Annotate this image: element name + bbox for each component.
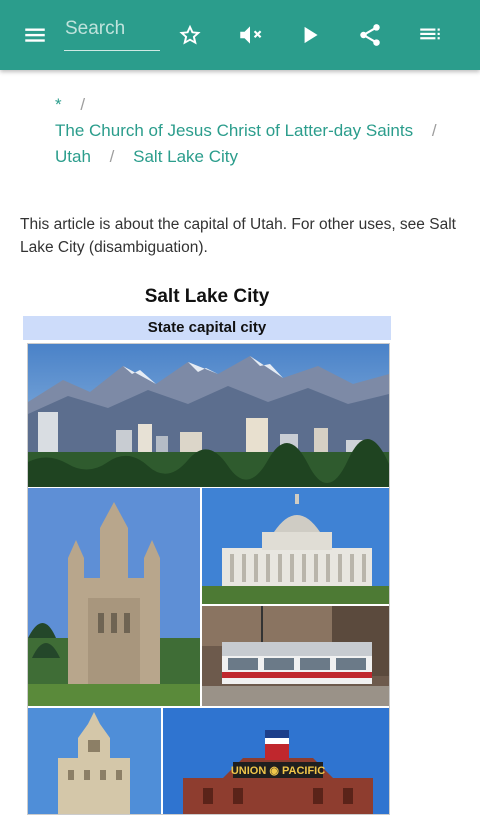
share-button[interactable] bbox=[352, 17, 388, 53]
breadcrumb-item-salt-lake-city[interactable]: Salt Lake City bbox=[133, 147, 238, 166]
breadcrumb: * / The Church of Jesus Christ of Latter… bbox=[55, 92, 437, 170]
skyline-photo bbox=[28, 344, 389, 487]
union-pacific-depot-photo: UNION ◉ PACIFIC bbox=[163, 708, 389, 814]
capitol-photo bbox=[202, 488, 389, 604]
play-icon bbox=[304, 26, 318, 44]
contents-button[interactable] bbox=[412, 17, 448, 53]
photo-montage[interactable]: UNION ◉ PACIFIC bbox=[27, 343, 390, 815]
play-button[interactable] bbox=[292, 17, 328, 53]
article-hatnote: This article is about the capital of Uta… bbox=[20, 216, 456, 256]
breadcrumb-separator: / bbox=[431, 121, 437, 140]
breadcrumb-separator: / bbox=[109, 147, 115, 166]
breadcrumb-item-utah[interactable]: Utah bbox=[55, 147, 91, 166]
share-icon bbox=[360, 24, 380, 46]
search-input[interactable] bbox=[64, 14, 159, 44]
infobox-title: Salt Lake City bbox=[144, 286, 270, 307]
app-toolbar bbox=[0, 0, 480, 70]
breadcrumb-item-root[interactable]: * bbox=[55, 95, 62, 114]
star-outline-icon bbox=[179, 24, 201, 45]
bookmark-button[interactable] bbox=[172, 17, 208, 53]
light-rail-photo bbox=[202, 606, 389, 706]
volume-off-icon bbox=[240, 26, 262, 44]
svg-text:UNION ◉ PACIFIC: UNION ◉ PACIFIC bbox=[231, 765, 325, 777]
mute-button[interactable] bbox=[232, 17, 268, 53]
breadcrumb-item-church[interactable]: The Church of Jesus Christ of Latter-day… bbox=[55, 121, 413, 140]
temple-photo bbox=[28, 488, 200, 706]
infobox-subtitle: State capital city bbox=[23, 316, 391, 340]
city-county-building-photo bbox=[28, 708, 161, 814]
breadcrumb-separator: / bbox=[80, 95, 86, 114]
list-icon bbox=[420, 28, 440, 40]
menu-button[interactable] bbox=[17, 17, 53, 53]
search-field[interactable] bbox=[64, 14, 160, 51]
menu-icon bbox=[25, 28, 45, 42]
